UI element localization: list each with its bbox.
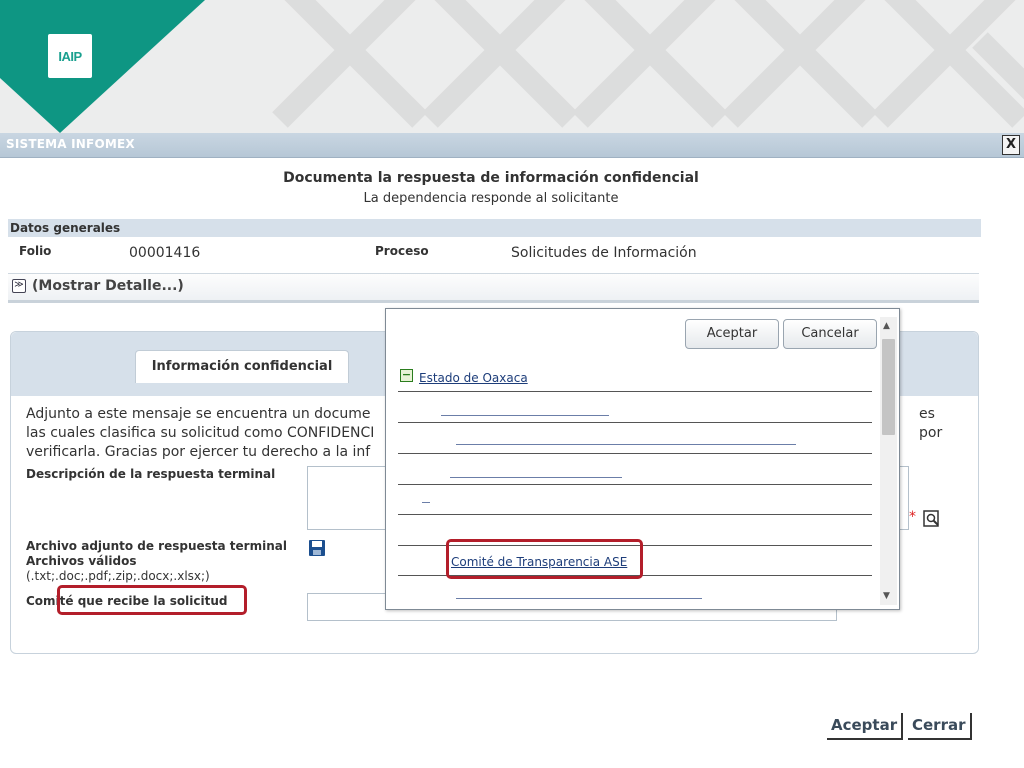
tab-informacion-confidencial[interactable]: Información confidencial xyxy=(135,350,349,383)
popup-scrollbar[interactable]: ▲ ▼ xyxy=(880,317,897,605)
show-detail-link[interactable]: (Mostrar Detalle...) xyxy=(32,278,184,294)
tree-node-redacted[interactable] xyxy=(422,502,430,503)
page-title: Documenta la respuesta de información co… xyxy=(283,170,699,186)
brand-triangle xyxy=(0,0,205,133)
popup-cancel-button[interactable]: Cancelar xyxy=(783,319,877,349)
popup-accept-button[interactable]: Aceptar xyxy=(685,319,779,349)
tree-node-redacted[interactable] xyxy=(456,598,702,599)
close-window-button[interactable]: X xyxy=(1002,135,1020,155)
datos-generales-header: Datos generales xyxy=(8,219,981,237)
triangle-up-icon[interactable]: ▲ xyxy=(883,321,890,331)
logo-text: IAIP xyxy=(58,48,82,64)
header-banner: IAIP xyxy=(0,0,1024,133)
page-subtitle: La dependencia responde al solicitante xyxy=(363,191,619,206)
tree-separator xyxy=(398,391,872,392)
close-button[interactable]: Cerrar xyxy=(908,713,972,740)
detail-bar: ≫ (Mostrar Detalle...) xyxy=(8,273,979,303)
tree-separator xyxy=(398,514,872,515)
folio-value: 00001416 xyxy=(129,245,201,261)
folio-label: Folio xyxy=(19,244,52,258)
tree-separator xyxy=(398,484,872,485)
proceso-label: Proceso xyxy=(375,244,429,258)
tree-node-redacted[interactable] xyxy=(450,477,622,478)
archivos-validos-label: Archivos válidos xyxy=(26,554,137,568)
highlight-selected-node xyxy=(446,539,643,579)
magnifier-icon[interactable] xyxy=(923,510,941,528)
chevron-double-down-icon[interactable]: ≫ xyxy=(12,279,26,293)
accept-button[interactable]: Aceptar xyxy=(827,713,904,740)
tree-separator xyxy=(398,453,872,454)
required-marker: * xyxy=(909,509,916,525)
tree-node-estado-de-oaxaca[interactable]: Estado de Oaxaca xyxy=(419,371,528,385)
notice-line-1-end: es por xyxy=(919,406,943,441)
descripcion-label: Descripción de la respuesta terminal xyxy=(26,467,276,481)
archivos-validos-ext: (.txt;.doc;.pdf;.zip;.docx;.xlsx;) xyxy=(26,569,210,583)
notice-line-1: Adjunto a este mensaje se encuentra un d… xyxy=(26,406,371,422)
highlight-comite-label xyxy=(57,585,247,615)
tree-node-redacted[interactable] xyxy=(441,415,609,416)
proceso-value: Solicitudes de Información xyxy=(511,245,697,261)
window-title: SISTEMA INFOMEX xyxy=(6,137,135,151)
tree-node-redacted[interactable] xyxy=(456,444,796,445)
tree-separator xyxy=(398,422,872,423)
scrollbar-thumb[interactable] xyxy=(882,339,895,435)
archivo-label: Archivo adjunto de respuesta terminal xyxy=(26,539,287,553)
floppy-disk-icon[interactable] xyxy=(308,539,326,557)
minus-square-icon[interactable]: − xyxy=(400,369,413,382)
banner-pattern xyxy=(0,0,1024,133)
triangle-down-icon[interactable]: ▼ xyxy=(883,591,890,601)
window-title-bar: SISTEMA INFOMEX X xyxy=(0,133,1024,158)
iaip-logo: IAIP xyxy=(48,34,92,78)
